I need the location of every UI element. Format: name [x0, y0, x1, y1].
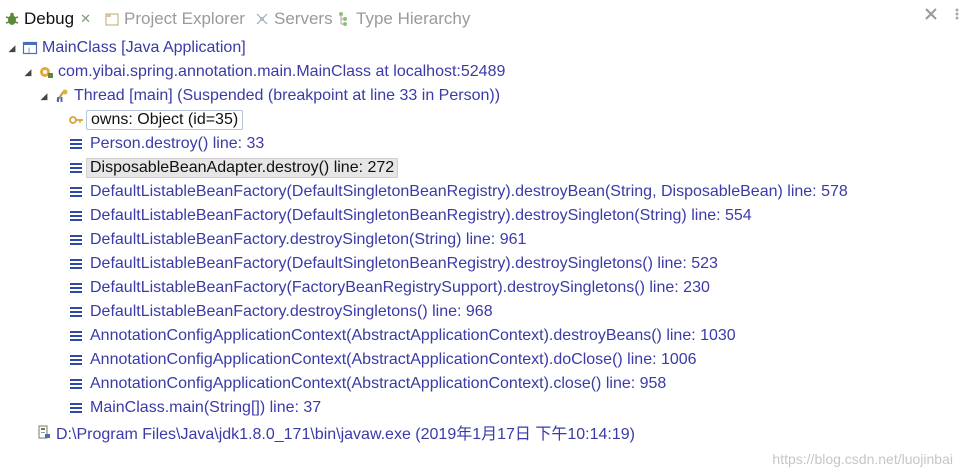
stack-frame-label: AnnotationConfigApplicationContext(Abstr… [90, 351, 697, 368]
stack-frame-icon [70, 234, 82, 246]
stack-frame[interactable]: DefaultListableBeanFactory(DefaultSingle… [68, 252, 718, 276]
view-toolbar [923, 6, 965, 22]
tree-item-debug-target[interactable]: ◢ com.yibai.spring.annotation.main.MainC… [22, 60, 506, 84]
stack-frame-label: Person.destroy() line: 33 [90, 135, 265, 152]
stack-frame[interactable]: AnnotationConfigApplicationContext(Abstr… [68, 348, 697, 372]
owns-label: owns: Object (id=35) [86, 110, 244, 130]
stack-frame-label: AnnotationConfigApplicationContext(Abstr… [90, 327, 736, 344]
stack-frame[interactable]: AnnotationConfigApplicationContext(Abstr… [68, 372, 666, 396]
tree-item-launch[interactable]: ◢ J MainClass [Java Application] [6, 36, 246, 60]
stack-frame-icon [70, 402, 82, 414]
stack-frame-icon [70, 210, 82, 222]
stack-frame-label: AnnotationConfigApplicationContext(Abstr… [90, 375, 667, 392]
stack-frame-icon [70, 306, 82, 318]
process-icon [36, 424, 52, 440]
debug-target-icon [38, 64, 54, 80]
stack-frame-icon [70, 258, 82, 270]
tab-project-explorer[interactable]: Project Explorer [104, 6, 245, 32]
debug-bug-icon [4, 11, 20, 27]
stack-frame-icon [70, 378, 82, 390]
view-tab-bar: Debug ✕ Project Explorer Servers Type Hi… [0, 0, 965, 36]
stack-frame-label: DefaultListableBeanFactory.destroySingle… [90, 303, 493, 320]
stack-frame-label: DefaultListableBeanFactory(DefaultSingle… [90, 183, 848, 200]
tree-item-process[interactable]: D:\Program Files\Java\jdk1.8.0_171\bin\j… [36, 420, 635, 444]
expanded-arrow-icon[interactable]: ◢ [22, 66, 34, 78]
close-icon[interactable]: ✕ [80, 11, 91, 27]
stack-frame-icon [70, 354, 82, 366]
expanded-arrow-icon[interactable]: ◢ [38, 90, 50, 102]
tree-item-thread[interactable]: ◢ Thread [main] (Suspended (breakpoint a… [38, 84, 500, 108]
stack-frame-icon [70, 282, 82, 294]
stack-frame-selected[interactable]: DisposableBeanAdapter.destroy() line: 27… [68, 156, 399, 180]
stack-frame[interactable]: MainClass.main(String[]) line: 37 [68, 396, 321, 420]
stack-frame-icon [70, 138, 82, 150]
tree-item-owns[interactable]: owns: Object (id=35) [68, 108, 244, 132]
watermark: https://blog.csdn.net/luojinbai [772, 451, 953, 467]
type-hierarchy-icon [336, 11, 352, 27]
stack-frame-label: DefaultListableBeanFactory(DefaultSingle… [90, 207, 752, 224]
stack-frame[interactable]: Person.destroy() line: 33 [68, 132, 264, 156]
tab-debug-label: Debug [24, 9, 75, 28]
project-explorer-icon [104, 11, 120, 27]
tab-servers[interactable]: Servers [254, 6, 333, 32]
expanded-arrow-icon[interactable]: ◢ [6, 42, 18, 54]
tab-servers-label: Servers [274, 9, 333, 28]
servers-icon [254, 11, 270, 27]
stack-frame-label: MainClass.main(String[]) line: 37 [90, 399, 322, 416]
suspended-thread-icon [54, 88, 70, 104]
stack-frame-label: DefaultListableBeanFactory.destroySingle… [90, 231, 527, 248]
svg-text:J: J [27, 47, 30, 55]
stack-frame[interactable]: DefaultListableBeanFactory.destroySingle… [68, 228, 526, 252]
launch-label: MainClass [Java Application] [42, 39, 246, 56]
stack-frame[interactable]: AnnotationConfigApplicationContext(Abstr… [68, 324, 736, 348]
tab-type-hierarchy[interactable]: Type Hierarchy [336, 6, 470, 32]
stack-frame[interactable]: DefaultListableBeanFactory(FactoryBeanRe… [68, 276, 710, 300]
stack-frame-icon [70, 186, 82, 198]
remove-all-terminated-icon[interactable] [923, 6, 939, 22]
tab-debug[interactable]: Debug ✕ [0, 6, 98, 32]
tab-type-hierarchy-label: Type Hierarchy [356, 9, 471, 28]
view-menu-icon[interactable] [949, 6, 965, 22]
debug-target-label: com.yibai.spring.annotation.main.MainCla… [58, 63, 506, 80]
stack-frame-label: DisposableBeanAdapter.destroy() line: 27… [86, 158, 399, 178]
stack-frame-icon [70, 330, 82, 342]
tab-project-explorer-label: Project Explorer [124, 9, 245, 28]
thread-label: Thread [main] (Suspended (breakpoint at … [74, 87, 501, 104]
stack-frame-icon [70, 162, 82, 174]
process-label: D:\Program Files\Java\jdk1.8.0_171\bin\j… [56, 426, 635, 443]
stack-frame[interactable]: DefaultListableBeanFactory.destroySingle… [68, 300, 493, 324]
stack-frame-label: DefaultListableBeanFactory(FactoryBeanRe… [90, 279, 710, 296]
monitor-key-icon [68, 112, 84, 128]
stack-frame[interactable]: DefaultListableBeanFactory(DefaultSingle… [68, 180, 848, 204]
java-application-icon: J [22, 40, 38, 56]
stack-frame-label: DefaultListableBeanFactory(DefaultSingle… [90, 255, 718, 272]
stack-frame[interactable]: DefaultListableBeanFactory(DefaultSingle… [68, 204, 752, 228]
